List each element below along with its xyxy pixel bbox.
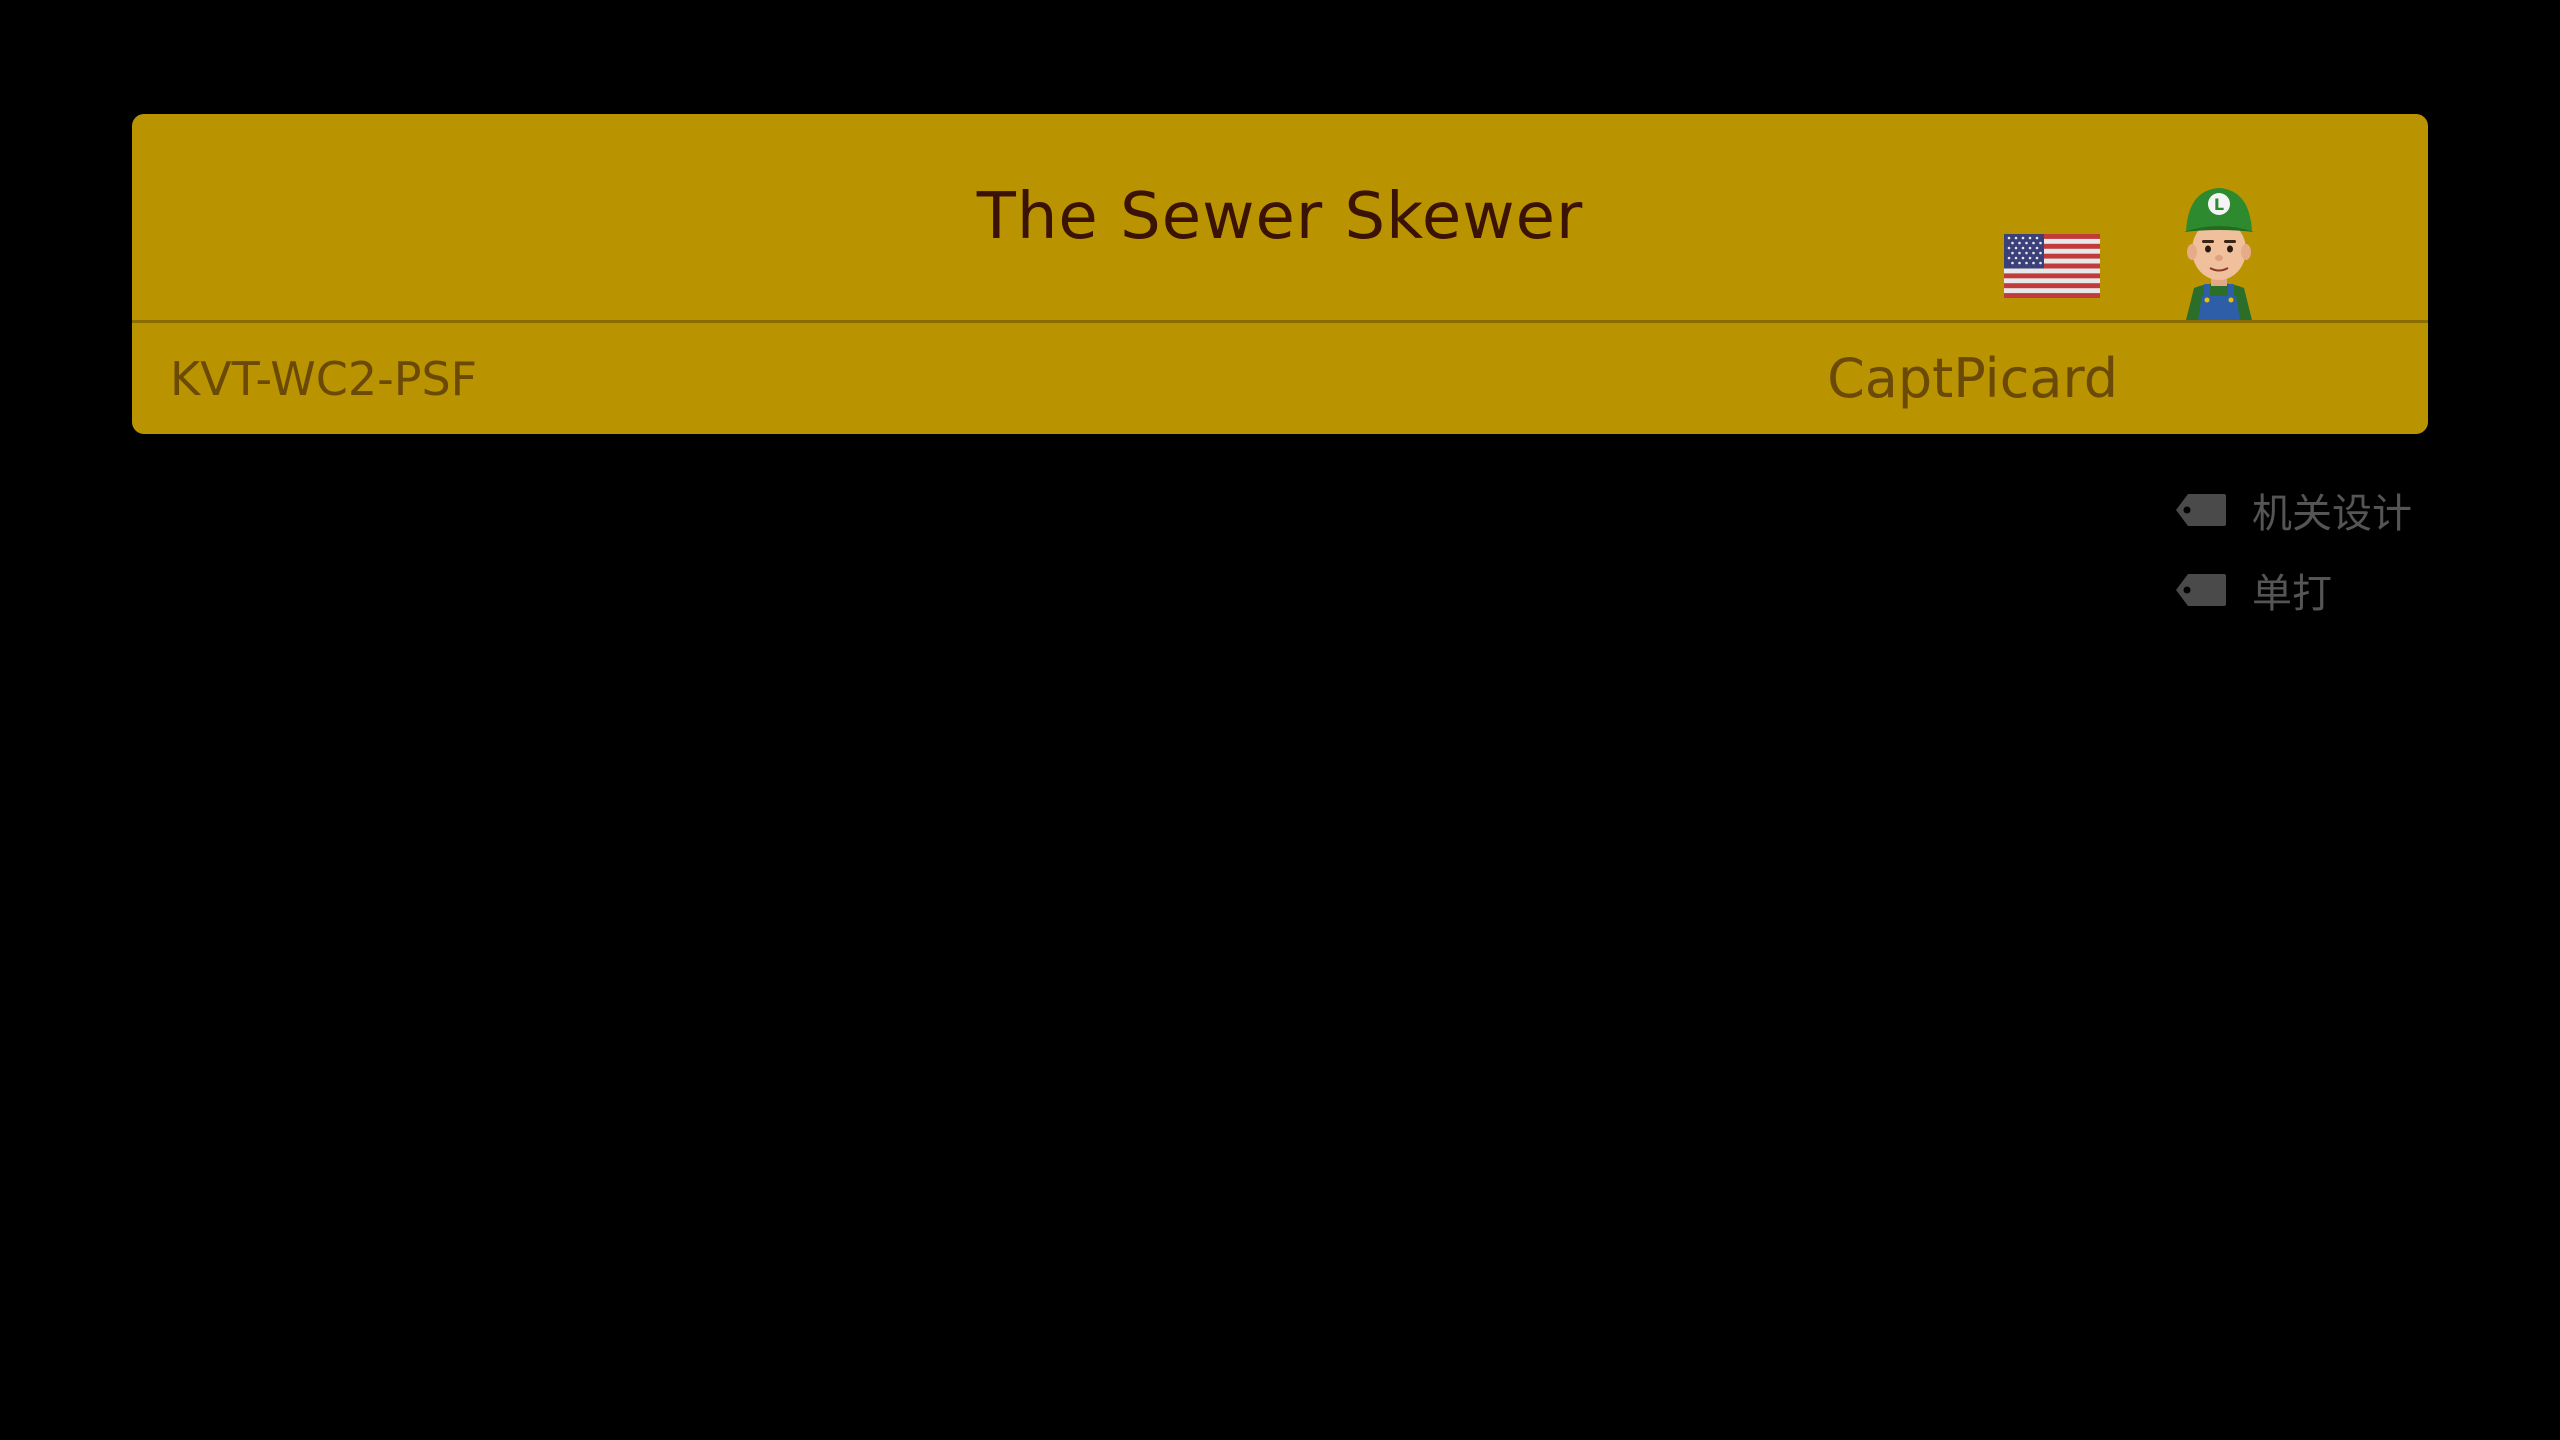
- tag-item: 机关设计: [2172, 480, 2412, 540]
- tag-label: 单打: [2252, 571, 2332, 617]
- tag-icon: [2176, 494, 2226, 526]
- course-details-screen: The Sewer Skewer KVT-WC2-PSF CaptPicard: [0, 0, 2560, 1440]
- svg-text:L: L: [2214, 195, 2224, 214]
- maker-name: CaptPicard: [1827, 347, 2118, 410]
- course-id: KVT-WC2-PSF: [170, 351, 478, 406]
- tag-item: 单打: [2172, 560, 2412, 620]
- course-tags: 机关设计 单打: [2172, 480, 2412, 640]
- tag-icon: [2176, 574, 2226, 606]
- tag-label: 机关设计: [2252, 491, 2412, 537]
- us-flag-icon: [2004, 234, 2100, 298]
- maker-avatar-icon: L: [2184, 188, 2254, 320]
